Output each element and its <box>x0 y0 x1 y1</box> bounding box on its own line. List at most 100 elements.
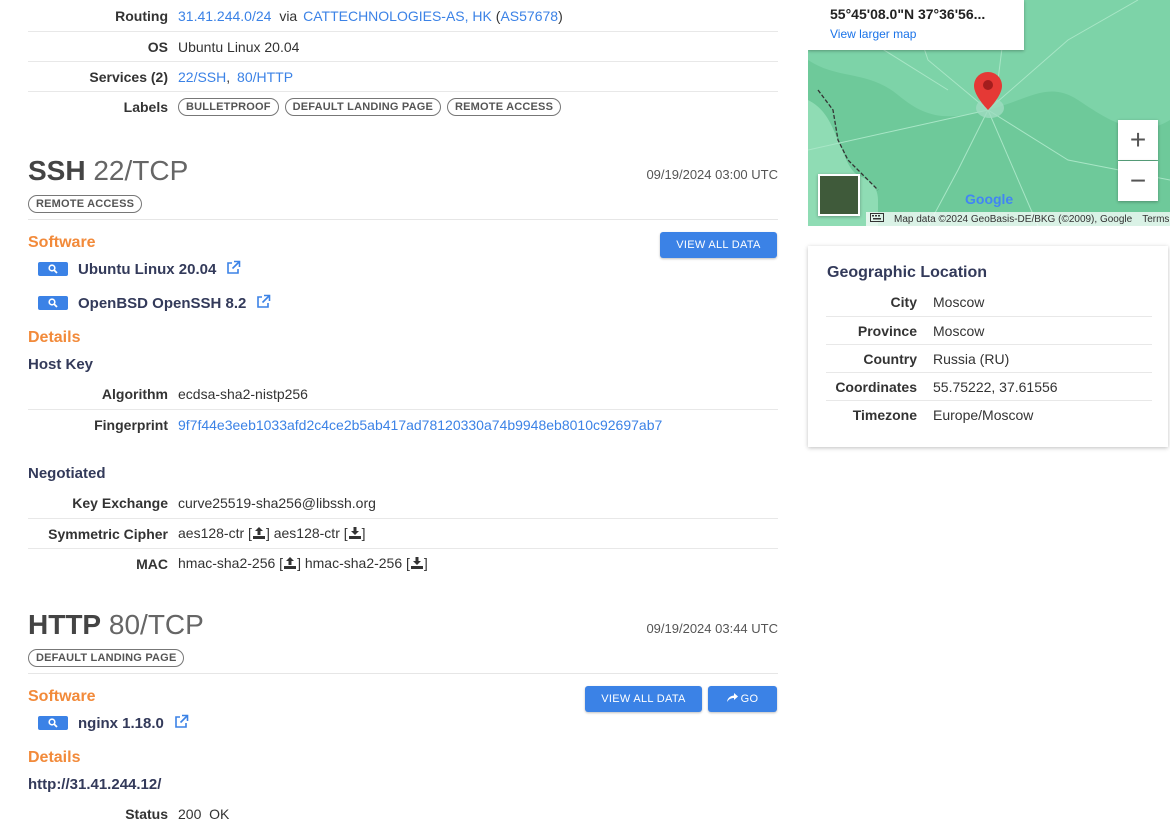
labels-label: Labels <box>123 98 168 115</box>
label-pill-bulletproof[interactable]: BULLETPROOF <box>178 98 279 116</box>
software-name: OpenBSD OpenSSH 8.2 <box>78 294 247 312</box>
go-label: GO <box>740 693 759 705</box>
geo-value: 55.75222, 37.61556 <box>933 378 1058 395</box>
http-software-item: nginx 1.18.0 <box>38 714 189 732</box>
routing-net-link[interactable]: 31.41.244.0/24 <box>178 8 271 24</box>
http-divider <box>28 673 778 674</box>
http-proto: HTTP <box>28 609 102 640</box>
go-button[interactable]: GO <box>708 686 777 712</box>
kex-row: Key Exchange curve25519-sha256@libssh.or… <box>28 488 778 518</box>
host-summary: Routing 31.41.244.0/24 via CATTECHNOLOGI… <box>28 1 778 121</box>
search-icon[interactable] <box>38 296 68 310</box>
geo-label: Coordinates <box>835 378 917 395</box>
geo-label: Province <box>857 322 917 339</box>
ssh-port: 22/TCP <box>93 155 189 186</box>
location-map[interactable]: 55°45'08.0"N 37°36'56... View larger map… <box>808 0 1170 226</box>
geo-row-coordinates: Coordinates 55.75222, 37.61556 <box>826 372 1152 400</box>
google-logo: Google <box>965 191 1014 207</box>
geo-label: Country <box>863 350 917 367</box>
os-row: OS Ubuntu Linux 20.04 <box>28 31 778 61</box>
ssh-proto: SSH <box>28 155 86 186</box>
geo-table: City Moscow Province Moscow Country Russ… <box>826 288 1152 428</box>
geo-label: Timezone <box>852 406 917 423</box>
ssh-badge-remote-access[interactable]: REMOTE ACCESS <box>28 195 143 213</box>
geo-row-city: City Moscow <box>826 288 1152 316</box>
fingerprint-link[interactable]: 9f7f44e3eeb1033afd2c4ce2b5ab417ad7812033… <box>178 417 662 433</box>
kex-label: Key Exchange <box>72 495 168 511</box>
label-pill-default-landing-page[interactable]: DEFAULT LANDING PAGE <box>284 98 442 116</box>
http-port: 80/TCP <box>108 609 204 640</box>
map-pin-icon[interactable] <box>974 72 1002 113</box>
share-arrow-icon <box>726 686 738 712</box>
satellite-toggle[interactable] <box>818 174 860 216</box>
geo-value: Europe/Moscow <box>933 406 1034 423</box>
download-icon <box>410 556 424 572</box>
geo-value: Russia (RU) <box>933 350 1010 367</box>
routing-asn-link[interactable]: AS57678 <box>500 8 558 24</box>
ssh-divider <box>28 219 778 220</box>
mac-upload-value: hmac-sha2-256 <box>178 554 276 571</box>
http-software-heading: Software <box>28 688 96 705</box>
negotiated-table: Key Exchange curve25519-sha256@libssh.or… <box>28 488 778 578</box>
ssh-software-heading: Software <box>28 234 96 251</box>
map-info-card: 55°45'08.0"N 37°36'56... View larger map <box>808 0 1024 50</box>
ssh-section-title: SSH 22/TCP <box>28 155 188 187</box>
http-status-table: Status 200 OK <box>28 799 778 824</box>
fingerprint-label: Fingerprint <box>94 416 168 433</box>
search-icon[interactable] <box>38 262 68 276</box>
map-attribution-bar: Map data ©2024 GeoBasis-DE/BKG (©2009), … <box>866 212 1170 226</box>
zoom-in-button[interactable]: + <box>1118 120 1158 160</box>
mac-label: MAC <box>136 555 168 572</box>
cipher-row: Symmetric Cipher aes128-ctr [] aes128-ct… <box>28 518 778 548</box>
labels-row: Labels BULLETPROOF DEFAULT LANDING PAGE … <box>28 91 778 121</box>
http-view-all-data-button[interactable]: VIEW ALL DATA <box>585 686 702 712</box>
fingerprint-row: Fingerprint 9f7f44e3eeb1033afd2c4ce2b5ab… <box>28 409 778 439</box>
mac-download-value: hmac-sha2-256 <box>304 554 403 571</box>
upload-icon <box>283 556 297 572</box>
service-link-http[interactable]: 80/HTTP <box>237 69 293 85</box>
map-attribution: Map data ©2024 GeoBasis-DE/BKG (©2009), … <box>894 213 1133 225</box>
ssh-software-item: Ubuntu Linux 20.04 <box>38 260 241 278</box>
software-name: nginx 1.18.0 <box>78 714 164 732</box>
host-key-table: Algorithm ecdsa-sha2-nistp256 Fingerprin… <box>28 379 778 439</box>
routing-org-link[interactable]: CATTECHNOLOGIES-AS, HK <box>303 8 492 24</box>
geo-row-timezone: Timezone Europe/Moscow <box>826 400 1152 428</box>
cipher-download-value: aes128-ctr <box>273 524 340 541</box>
geo-label: City <box>890 294 917 310</box>
kex-value: curve25519-sha256@libssh.org <box>178 495 376 511</box>
cipher-label: Symmetric Cipher <box>48 525 168 542</box>
ssh-software-item: OpenBSD OpenSSH 8.2 <box>38 294 271 312</box>
os-label: OS <box>147 38 168 55</box>
geo-row-province: Province Moscow <box>826 316 1152 344</box>
view-larger-map-link[interactable]: View larger map <box>830 27 1024 41</box>
routing-row: Routing 31.41.244.0/24 via CATTECHNOLOGI… <box>28 1 778 31</box>
keyboard-icon[interactable] <box>870 213 884 225</box>
cipher-upload-value: aes128-ctr <box>178 524 245 541</box>
http-details-heading: Details <box>28 749 81 766</box>
external-link-icon[interactable] <box>174 714 189 732</box>
search-icon[interactable] <box>38 716 68 730</box>
http-url: http://31.41.244.12/ <box>28 776 162 793</box>
label-pill-remote-access[interactable]: REMOTE ACCESS <box>446 98 562 116</box>
routing-via: via <box>279 8 298 24</box>
negotiated-heading: Negotiated <box>28 465 106 482</box>
http-section-title: HTTP 80/TCP <box>28 609 204 641</box>
upload-icon <box>252 526 266 542</box>
http-badge-default-landing-page[interactable]: DEFAULT LANDING PAGE <box>28 649 185 667</box>
geo-title: Geographic Location <box>827 264 988 281</box>
map-terms-link[interactable]: Terms <box>1142 214 1169 225</box>
ssh-view-all-data-button[interactable]: VIEW ALL DATA <box>660 232 777 258</box>
zoom-out-button[interactable]: − <box>1118 161 1158 201</box>
geo-value: Moscow <box>933 294 985 310</box>
host-key-heading: Host Key <box>28 356 94 373</box>
external-link-icon[interactable] <box>226 260 241 278</box>
algorithm-row: Algorithm ecdsa-sha2-nistp256 <box>28 379 778 409</box>
external-link-icon[interactable] <box>256 294 271 312</box>
mac-row: MAC hmac-sha2-256 [] hmac-sha2-256 [] <box>28 548 778 578</box>
routing-label: Routing <box>115 8 168 24</box>
status-label: Status <box>125 806 168 822</box>
service-link-ssh[interactable]: 22/SSH <box>178 69 226 85</box>
ssh-timestamp: 09/19/2024 03:00 UTC <box>646 167 778 182</box>
software-name: Ubuntu Linux 20.04 <box>78 260 217 278</box>
download-icon <box>348 526 362 542</box>
